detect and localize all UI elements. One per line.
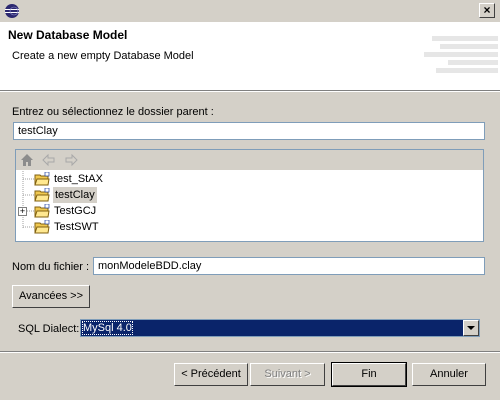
- next-button[interactable]: Suivant >: [250, 363, 325, 386]
- tree-item-label: TestSWT: [54, 221, 99, 233]
- project-folder-icon: [34, 204, 50, 218]
- project-folder-icon: [34, 172, 50, 186]
- chevron-down-icon: [467, 326, 475, 330]
- close-icon: ×: [483, 3, 491, 17]
- project-folder-icon: [34, 220, 50, 234]
- parent-folder-input[interactable]: [13, 122, 485, 140]
- home-icon[interactable]: [19, 152, 35, 168]
- project-folder-icon: [34, 188, 50, 202]
- dropdown-button[interactable]: [463, 320, 479, 336]
- sql-dialect-label: SQL Dialect:: [18, 323, 80, 335]
- advanced-button[interactable]: Avancées >>: [12, 285, 90, 308]
- parent-folder-label: Entrez ou sélectionnez le dossier parent…: [12, 106, 214, 118]
- finish-button[interactable]: Fin: [331, 362, 407, 387]
- cancel-button[interactable]: Annuler: [412, 363, 486, 386]
- file-name-input[interactable]: [93, 257, 485, 275]
- back-arrow-icon[interactable]: [42, 153, 56, 167]
- tree-item-label: testClay: [53, 187, 97, 203]
- sql-dialect-value: MySql 4.0: [82, 321, 133, 335]
- tree-item-label: TestGCJ: [54, 205, 97, 217]
- forward-arrow-icon[interactable]: [64, 153, 78, 167]
- sql-dialect-select[interactable]: MySql 4.0: [80, 319, 480, 337]
- eclipse-app-icon[interactable]: [4, 3, 20, 19]
- close-button[interactable]: ×: [479, 3, 495, 18]
- tree-item-label: test_StAX: [54, 173, 103, 185]
- wizard-title: New Database Model: [8, 28, 128, 42]
- file-name-label: Nom du fichier :: [12, 261, 90, 273]
- wizard-banner: New Database Model Create a new empty Da…: [0, 22, 500, 90]
- back-button[interactable]: < Précédent: [174, 363, 248, 386]
- expand-toggle-icon[interactable]: +: [18, 207, 27, 216]
- tree-toolbar: [16, 150, 483, 170]
- wizard-description: Create a new empty Database Model: [12, 50, 194, 62]
- title-bar: ×: [0, 0, 500, 22]
